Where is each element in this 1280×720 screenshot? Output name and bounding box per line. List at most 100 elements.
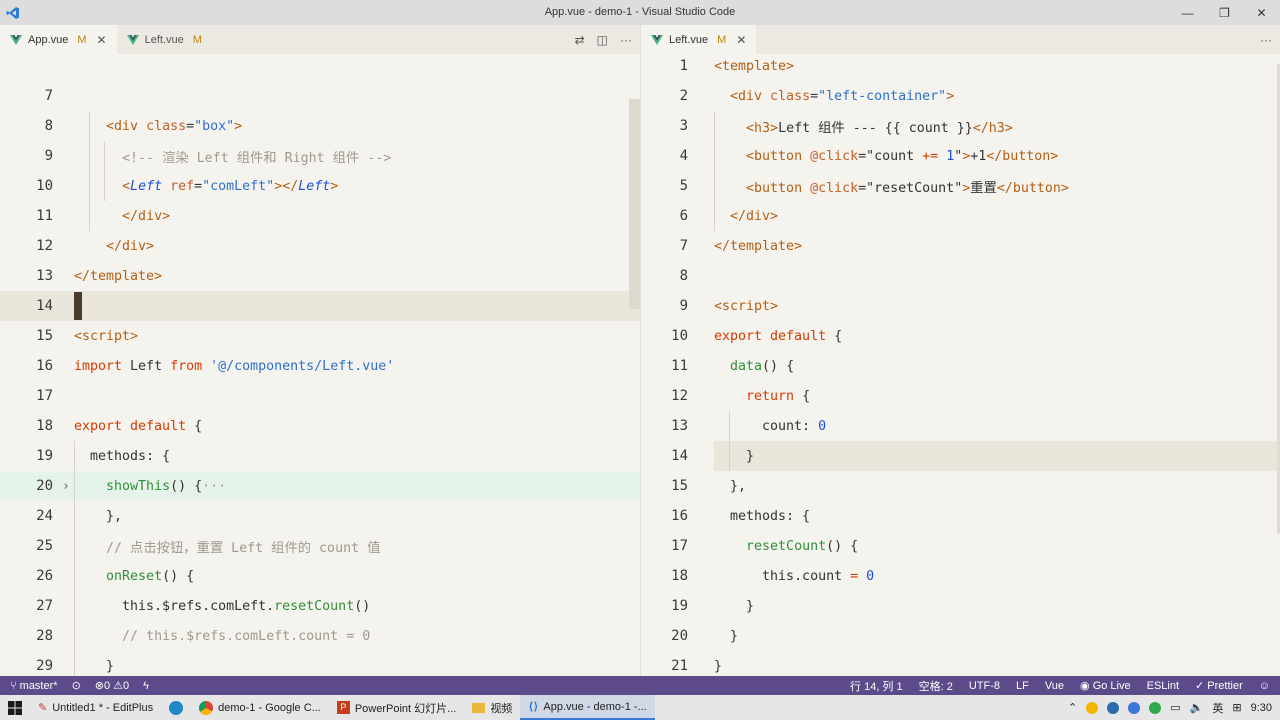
maximize-button[interactable]: ❐ xyxy=(1206,0,1243,25)
more-actions-icon[interactable]: ··· xyxy=(620,33,632,47)
taskbar-editplus[interactable]: ✎ Untitled1 * - EditPlus xyxy=(30,695,161,720)
modified-badge: M xyxy=(192,33,202,46)
fold-chevron-icon[interactable]: › xyxy=(62,479,70,494)
branch-indicator[interactable]: ⑂ master* xyxy=(10,680,58,692)
code-token: () { xyxy=(162,568,195,584)
taskbar-vscode[interactable]: ⟨⟩ App.vue - demo-1 -... xyxy=(520,695,655,720)
code-text: // this.$refs.comLeft.count = 0 xyxy=(58,629,370,644)
feedback-icon[interactable]: ☺ xyxy=(1259,680,1270,692)
compare-changes-icon[interactable]: ⇄ xyxy=(575,33,585,47)
code-line: 1 <template> xyxy=(641,51,1280,81)
indentation[interactable]: 空格: 2 xyxy=(919,678,953,694)
code-token: { xyxy=(194,418,203,434)
taskbar-video-folder[interactable]: 视频 xyxy=(464,695,520,720)
record-icon[interactable] xyxy=(1149,701,1162,714)
taskbar-chrome[interactable]: demo-1 - Google C... xyxy=(191,695,329,720)
code-line: 14 xyxy=(0,291,640,321)
end-of-line[interactable]: LF xyxy=(1016,680,1029,692)
tab-left-vue[interactable]: Left.vue M xyxy=(117,25,212,54)
code-line: 14 } xyxy=(641,441,1280,471)
eslint-status[interactable]: ESLint xyxy=(1147,680,1179,692)
line-number: 3 xyxy=(679,118,688,134)
close-icon[interactable]: ✕ xyxy=(97,33,107,47)
tab-left-vue-right[interactable]: Left.vue M ✕ xyxy=(641,25,757,54)
line-number: 9 xyxy=(44,148,53,164)
editor-group-right: Left.vue M ✕ ··· 1 <template> 2 <div class… xyxy=(641,25,1280,676)
code-text: </div> xyxy=(58,239,154,254)
taskbar-powerpoint[interactable]: P PowerPoint 幻灯片... xyxy=(329,695,464,720)
taskbar-edge[interactable] xyxy=(161,695,191,720)
code-line: 27 this.$refs.comLeft.resetCount() xyxy=(0,591,640,621)
code-line: 9 <!-- 渲染 Left 组件和 Right 组件 --> xyxy=(0,141,640,171)
code-text: showThis() {··· xyxy=(58,479,226,494)
problems-indicator[interactable]: ⊗0 ⚠0 xyxy=(95,679,129,692)
code-editor-right[interactable]: 1 <template> 2 <div class="left-container"… xyxy=(641,54,1280,676)
code-token: </div> xyxy=(122,208,171,224)
close-window-button[interactable]: ✕ xyxy=(1243,0,1280,25)
minimize-button[interactable]: — xyxy=(1169,0,1206,25)
code-token: } xyxy=(714,628,739,644)
prettier-status[interactable]: ✓ Prettier xyxy=(1195,679,1243,692)
line-number: 10 xyxy=(36,178,53,194)
split-editor-icon[interactable]: ◫ xyxy=(597,33,608,47)
line-number: 7 xyxy=(679,238,688,254)
code-line: 8 <div class="box"> xyxy=(0,111,640,141)
line-number: 17 xyxy=(671,538,688,554)
line-number: 15 xyxy=(36,328,53,344)
code-text: } xyxy=(58,659,114,674)
encoding[interactable]: UTF-8 xyxy=(969,680,1000,692)
code-line: 19 methods: { xyxy=(0,441,640,471)
vscode-logo-icon xyxy=(0,0,26,25)
code-text: <template> xyxy=(693,59,794,74)
code-token: resetCount xyxy=(746,538,827,554)
code-text: resetCount() { xyxy=(693,539,858,554)
code-line: 2 <div class="left-container"> xyxy=(641,81,1280,111)
clock[interactable]: 9:30 xyxy=(1251,702,1272,714)
input-method-icon[interactable]: ⊞ xyxy=(1232,701,1241,714)
code-editor-left[interactable]: 78 <div class="box"> 9 <!-- 渲染 Left 组件和 R… xyxy=(0,54,640,676)
line-number: 19 xyxy=(36,448,53,464)
editor-group-left: App.vue M ✕ Left.vue M ⇄ ◫ ··· 7 8 <div c… xyxy=(0,25,641,676)
line-number: 13 xyxy=(36,268,53,284)
sync-icon[interactable]: ⊙ xyxy=(72,679,81,692)
code-token: = xyxy=(186,118,195,134)
code-token: </div> xyxy=(730,208,779,224)
line-number: 25 xyxy=(36,538,53,554)
line-number: 12 xyxy=(671,388,688,404)
more-actions-icon[interactable]: ··· xyxy=(1260,33,1272,47)
weather-icon[interactable] xyxy=(1086,701,1099,714)
volume-icon[interactable]: 🔈 xyxy=(1190,701,1204,714)
language-mode[interactable]: Vue xyxy=(1045,680,1064,692)
code-token: ref xyxy=(170,178,195,194)
code-token: > xyxy=(234,118,243,134)
cursor-position[interactable]: 行 14, 列 1 xyxy=(850,678,903,694)
code-token: return xyxy=(746,388,803,404)
tab-label: App.vue xyxy=(28,33,69,46)
code-token: ="resetCount" xyxy=(858,180,963,196)
tab-app-vue[interactable]: App.vue M ✕ xyxy=(0,25,117,54)
line-number: 18 xyxy=(36,418,53,434)
shield-icon[interactable] xyxy=(1107,701,1120,714)
folder-icon xyxy=(472,702,486,713)
close-icon[interactable]: ✕ xyxy=(736,33,746,47)
ime-indicator[interactable]: 英 xyxy=(1212,700,1223,716)
code-line: 28 // this.$refs.comLeft.count = 0 xyxy=(0,621,640,651)
line-number: 12 xyxy=(36,238,53,254)
tab-label: Left.vue xyxy=(669,33,709,46)
go-live-button[interactable]: ◉ Go Live xyxy=(1080,679,1131,692)
code-token: count: xyxy=(714,418,819,434)
network-icon[interactable]: ▭ xyxy=(1170,701,1180,714)
tray-expand-icon[interactable]: ⌃ xyxy=(1068,701,1077,714)
line-number: 11 xyxy=(36,208,53,224)
code-token: </button> xyxy=(986,148,1059,164)
line-number: 29 xyxy=(36,658,53,674)
code-token: ></ xyxy=(274,178,299,194)
lightning-icon[interactable]: ϟ xyxy=(143,680,149,692)
code-token: <button xyxy=(746,180,811,196)
pause-icon[interactable] xyxy=(1128,701,1141,714)
start-button[interactable] xyxy=(0,695,30,720)
